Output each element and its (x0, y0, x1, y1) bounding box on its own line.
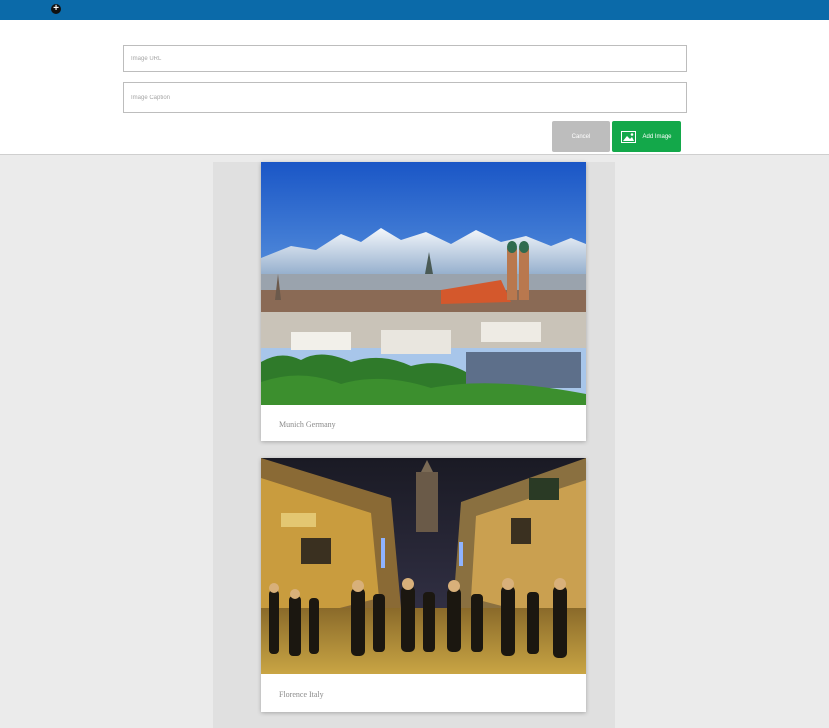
card-caption: Munich Germany (279, 420, 336, 429)
image-caption-input[interactable] (123, 82, 687, 113)
cancel-button[interactable]: Cancel (552, 121, 610, 152)
cancel-button-label: Cancel (571, 133, 591, 140)
add-circle-icon[interactable]: + (51, 4, 61, 14)
florence-street-photo (261, 458, 586, 674)
munich-skyline-photo (261, 162, 586, 405)
add-image-button-label: Add Image (642, 133, 672, 140)
card-caption: Florence Italy (279, 690, 324, 699)
add-image-form: Cancel Add Image (0, 20, 829, 155)
gallery-card[interactable]: Florence Italy (261, 458, 586, 712)
image-url-input[interactable] (123, 45, 687, 72)
gallery-card[interactable]: Munich Germany (261, 162, 586, 441)
add-image-button[interactable]: Add Image (612, 121, 681, 152)
image-icon (621, 130, 637, 143)
top-bar: + (0, 0, 829, 20)
